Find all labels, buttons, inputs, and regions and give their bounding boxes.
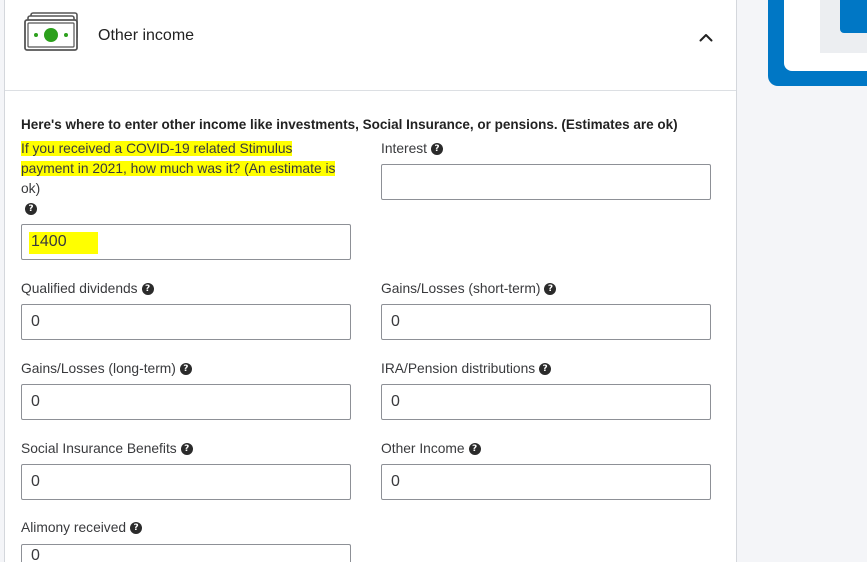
stimulus-label-line2: payment in 2021, how much was it? (An es… [21, 161, 336, 176]
help-icon[interactable]: ? [141, 283, 154, 295]
ira-pension-field: IRA/Pension distributions? [381, 359, 711, 379]
qualified-dividends-field: Qualified dividends? [21, 279, 351, 299]
qualified-dividends-label: Qualified dividends [21, 281, 138, 296]
other-income-input[interactable] [381, 464, 711, 500]
other-income-field: Other Income? [381, 439, 711, 459]
stimulus-label: If you received a COVID-19 related Stimu… [21, 139, 351, 219]
help-icon[interactable]: ? [544, 283, 557, 295]
gains-short-label: Gains/Losses (short-term) [381, 281, 541, 296]
help-icon[interactable]: ? [539, 363, 552, 375]
interest-label: Interest [381, 141, 428, 156]
gains-long-field: Gains/Losses (long-term)? [21, 359, 351, 379]
help-icon[interactable]: ? [179, 363, 192, 375]
gains-long-label: Gains/Losses (long-term) [21, 361, 176, 376]
help-icon[interactable]: ? [431, 143, 444, 155]
alimony-field: Alimony received? [21, 518, 351, 538]
help-icon[interactable]: ? [25, 203, 37, 215]
gains-long-input[interactable] [21, 384, 351, 420]
social-insurance-label: Social Insurance Benefits [21, 441, 177, 456]
alimony-label: Alimony received [21, 520, 127, 535]
stimulus-label-line3: ok) [21, 181, 41, 196]
ira-pension-input[interactable] [381, 384, 711, 420]
section-header[interactable]: Other income [5, 0, 736, 91]
stimulus-label-line1: If you received a COVID-19 related Stimu… [21, 141, 293, 156]
stimulus-value: 1400 [31, 233, 67, 250]
help-icon[interactable]: ? [180, 443, 193, 455]
intro-text: Here's where to enter other income like … [21, 117, 678, 132]
other-income-label: Other Income [381, 441, 465, 456]
chevron-up-icon[interactable] [695, 27, 717, 47]
social-insurance-input[interactable] [21, 464, 351, 500]
alimony-input[interactable] [21, 544, 351, 562]
interest-field: Interest? [381, 139, 711, 159]
help-icon[interactable]: ? [130, 522, 143, 534]
gains-short-input[interactable] [381, 304, 711, 340]
interest-input[interactable] [381, 164, 711, 200]
ira-pension-label: IRA/Pension distributions [381, 361, 536, 376]
money-icon [24, 12, 78, 51]
qualified-dividends-input[interactable] [21, 304, 351, 340]
help-icon[interactable]: ? [468, 443, 481, 455]
section-title: Other income [98, 27, 195, 44]
gains-short-field: Gains/Losses (short-term)? [381, 279, 711, 299]
side-panel-button[interactable] [840, 0, 867, 33]
social-insurance-field: Social Insurance Benefits? [21, 439, 351, 459]
